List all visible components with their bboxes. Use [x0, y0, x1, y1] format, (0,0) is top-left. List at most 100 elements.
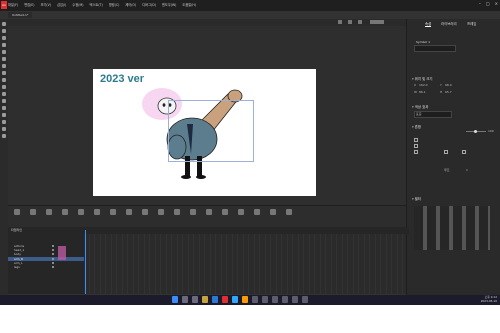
checkbox-5[interactable]	[462, 150, 467, 155]
menu-item-4[interactable]: 삽입(I)	[57, 2, 66, 7]
preset-14-icon[interactable]	[221, 209, 228, 215]
tint-value[interactable]: 100	[488, 129, 494, 133]
hand-tool-icon[interactable]	[2, 127, 6, 131]
w-value[interactable]: 86.1	[419, 90, 426, 94]
tab-frame[interactable]: 프레임	[467, 21, 476, 26]
menu-item-11[interactable]: 도움말(H)	[182, 2, 196, 7]
paint-bucket-icon[interactable]	[2, 106, 6, 110]
first-frame-value[interactable]: 1	[466, 168, 468, 172]
preset-16-icon[interactable]	[253, 209, 260, 215]
menu-item-9[interactable]: 디버그(D)	[142, 2, 156, 7]
menu-item-2[interactable]: 편집(E)	[24, 2, 34, 7]
browser-icon[interactable]	[212, 296, 218, 303]
folder-icon[interactable]	[202, 296, 208, 303]
checkbox-4[interactable]	[444, 150, 449, 155]
app-10-icon[interactable]	[262, 296, 268, 303]
section-blend[interactable]: 혼합	[412, 124, 421, 129]
preset-1-icon[interactable]	[13, 209, 20, 215]
center-stage-icon[interactable]	[348, 20, 352, 24]
tab-properties[interactable]: 속성	[425, 21, 432, 27]
menu-item-10[interactable]: 윈도우(W)	[162, 2, 176, 7]
clip-icon[interactable]	[358, 20, 362, 24]
pen-icon[interactable]	[2, 50, 6, 54]
section-filter[interactable]: 필터	[412, 196, 421, 201]
maximize-icon[interactable]: □	[486, 1, 490, 6]
section-color-effect[interactable]: 색상 효과	[412, 104, 429, 109]
menu-item-1[interactable]: 파일(F)	[8, 2, 18, 7]
timeline-header[interactable]: 타임라인	[8, 227, 409, 234]
playhead[interactable]	[85, 230, 86, 294]
preset-12-icon[interactable]	[189, 209, 196, 215]
selection-bounding-box[interactable]	[168, 100, 254, 162]
app-11-icon[interactable]	[272, 296, 278, 303]
free-transform-icon[interactable]	[2, 36, 6, 40]
preset-10-icon[interactable]	[157, 209, 164, 215]
checkbox-2[interactable]	[414, 144, 419, 149]
app-9-icon[interactable]	[252, 296, 258, 303]
eyedropper-icon[interactable]	[2, 113, 6, 117]
app-12-icon[interactable]	[282, 296, 288, 303]
layer-row[interactable]: legs	[8, 265, 84, 269]
preset-6-icon[interactable]	[93, 209, 100, 215]
zoom-dropdown[interactable]	[370, 20, 384, 24]
text-tool-icon[interactable]	[2, 57, 6, 61]
keyframe-block[interactable]	[58, 246, 66, 260]
eraser-icon[interactable]	[2, 120, 6, 124]
menu-item-6[interactable]: 텍스트(T)	[90, 2, 103, 7]
edit-symbols-icon[interactable]	[338, 20, 342, 24]
preset-9-icon[interactable]	[141, 209, 148, 215]
illustrator-icon[interactable]	[242, 296, 248, 303]
photoshop-icon[interactable]	[232, 296, 238, 303]
frame-grid[interactable]	[84, 234, 406, 294]
rectangle-tool-icon[interactable]	[2, 71, 6, 75]
preset-18-icon[interactable]	[285, 209, 292, 215]
preset-11-icon[interactable]	[173, 209, 180, 215]
preset-3-icon[interactable]	[45, 209, 52, 215]
menu-item-5[interactable]: 수정(M)	[72, 2, 83, 7]
x-value[interactable]: 162.0	[419, 83, 428, 87]
clock[interactable]: 오후 4:12 2023-05-10	[481, 295, 497, 303]
zoom-tool-icon[interactable]	[2, 134, 6, 138]
brush-icon[interactable]	[2, 92, 6, 96]
app-13-icon[interactable]	[292, 296, 298, 303]
instance-name-field[interactable]	[414, 45, 456, 52]
visibility-dot-icon[interactable]	[52, 261, 54, 264]
y-value[interactable]: 98.0	[445, 83, 452, 87]
start-icon[interactable]	[172, 296, 178, 303]
tint-slider-thumb[interactable]	[474, 129, 477, 133]
visibility-dot-icon[interactable]	[52, 249, 54, 252]
oval-tool-icon[interactable]	[2, 78, 6, 82]
subselection-tool-icon[interactable]	[2, 29, 6, 33]
h-value[interactable]: 65.7	[445, 90, 452, 94]
menu-item-7[interactable]: 명령(C)	[109, 2, 120, 7]
visibility-dot-icon[interactable]	[52, 245, 54, 247]
tab-library[interactable]: 라이브러리	[441, 21, 457, 26]
close-icon[interactable]: ×	[495, 1, 498, 6]
app-14-icon[interactable]	[302, 296, 308, 303]
section-position-size[interactable]: 위치 및 크기	[412, 76, 433, 81]
preset-2-icon[interactable]	[29, 209, 36, 215]
selection-tool-icon[interactable]	[2, 22, 6, 26]
animate-icon[interactable]	[222, 296, 228, 303]
checkbox-1[interactable]	[414, 138, 419, 143]
preset-8-icon[interactable]	[125, 209, 132, 215]
preset-5-icon[interactable]	[77, 209, 84, 215]
pencil-icon[interactable]	[2, 85, 6, 89]
bone-tool-icon[interactable]	[2, 99, 6, 103]
preset-4-icon[interactable]	[61, 209, 68, 215]
minimize-icon[interactable]: –	[479, 1, 481, 6]
menu-item-8[interactable]: 제어(O)	[125, 2, 136, 7]
visibility-dot-icon[interactable]	[52, 257, 54, 260]
checkbox-3[interactable]	[414, 150, 419, 155]
menu-item-3[interactable]: 보기(V)	[41, 2, 52, 7]
preset-17-icon[interactable]	[269, 209, 276, 215]
document-tab[interactable]: Untitled-1*	[8, 12, 33, 18]
task-view-icon[interactable]	[192, 296, 198, 303]
preset-7-icon[interactable]	[109, 209, 116, 215]
search-icon[interactable]	[182, 296, 188, 303]
visibility-dot-icon[interactable]	[52, 253, 54, 256]
filter-buttons[interactable]	[414, 206, 490, 250]
visibility-dot-icon[interactable]	[52, 266, 54, 268]
line-tool-icon[interactable]	[2, 64, 6, 68]
preset-13-icon[interactable]	[205, 209, 212, 215]
